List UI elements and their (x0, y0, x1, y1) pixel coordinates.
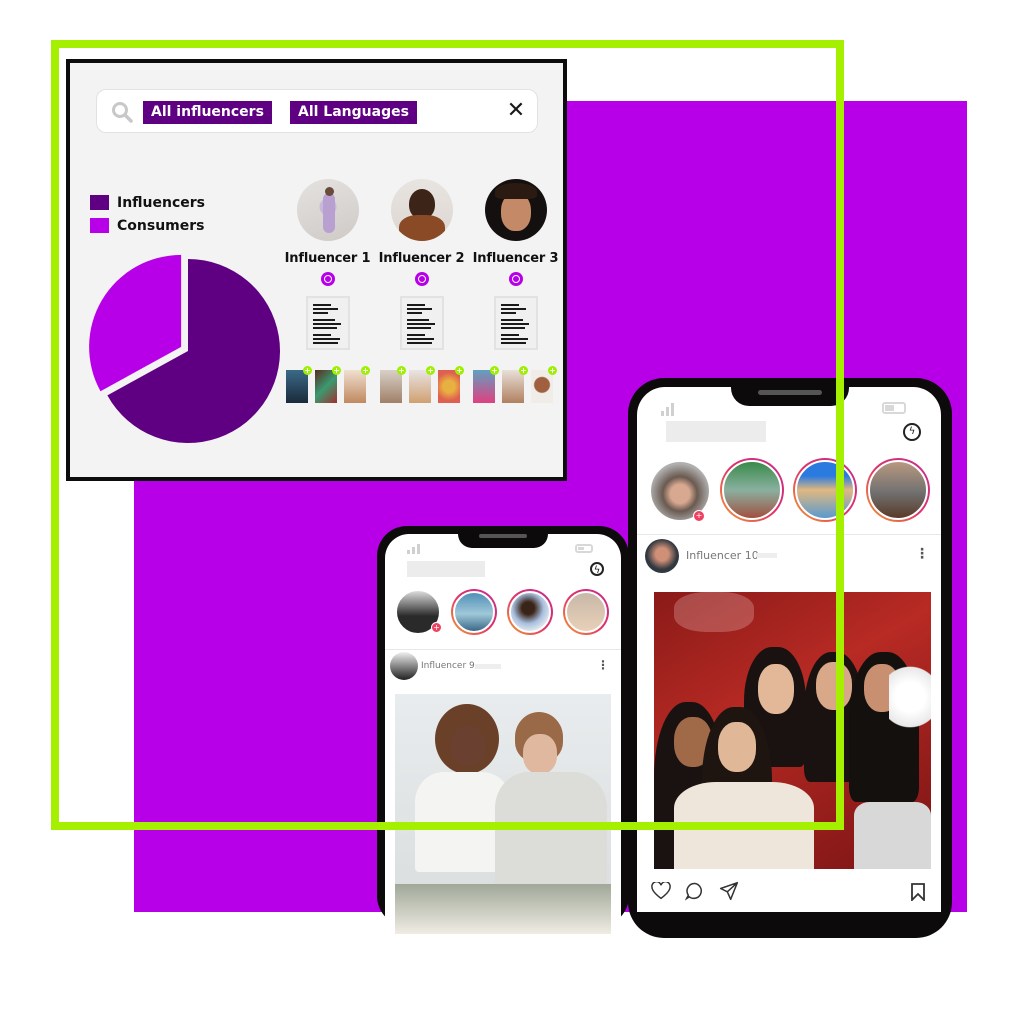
media-thumbnail[interactable]: + (409, 366, 435, 403)
legend-label: Consumers (117, 217, 205, 234)
influencer-name: Influencer 3 (472, 251, 559, 266)
battery-icon (575, 544, 593, 553)
avatar[interactable] (484, 179, 547, 241)
chart-legend: Influencers Consumers (90, 191, 205, 237)
phone-screen: + Influencer 10 ⋮ (637, 387, 941, 912)
search-icon (112, 102, 133, 123)
story[interactable] (451, 589, 497, 635)
post-actions (651, 881, 739, 901)
name-placeholder-bar (757, 553, 777, 558)
post-photo[interactable] (654, 592, 931, 869)
add-icon[interactable]: + (490, 366, 499, 375)
filter-chip-all-languages[interactable]: All Languages (290, 101, 417, 124)
media-thumbnail[interactable]: + (531, 366, 557, 403)
add-icon[interactable]: + (361, 366, 370, 375)
add-icon[interactable]: + (455, 366, 464, 375)
story[interactable] (793, 458, 857, 522)
post-author-name[interactable]: Influencer 9 (421, 661, 475, 671)
phone-small: + Influencer 9 ⋮ (377, 526, 629, 934)
heart-icon[interactable] (651, 882, 671, 900)
legend-swatch-influencers (90, 195, 109, 210)
phone-notch (731, 378, 849, 406)
post-author-avatar[interactable] (645, 539, 679, 573)
add-icon[interactable]: + (303, 366, 312, 375)
phone-notch (458, 526, 548, 548)
avatar[interactable] (296, 179, 359, 241)
add-icon[interactable]: + (548, 366, 557, 375)
messenger-icon[interactable] (903, 423, 921, 441)
add-story-icon[interactable]: + (431, 622, 442, 633)
influencer-dashboard-card: All influencers All Languages ✕ Influenc… (66, 59, 567, 481)
story-own[interactable]: + (649, 460, 711, 522)
filter-chip-all-influencers[interactable]: All influencers (143, 101, 272, 124)
story[interactable] (866, 458, 930, 522)
media-thumbnail[interactable]: + (380, 366, 406, 403)
battery-icon (882, 402, 906, 414)
divider (385, 649, 621, 650)
story-own[interactable]: + (395, 589, 442, 635)
story[interactable] (720, 458, 784, 522)
legend-swatch-consumers (90, 218, 109, 233)
influencer-card[interactable]: Influencer 2 (374, 179, 469, 350)
media-thumbnails: + + + (286, 366, 370, 403)
legend-label: Influencers (117, 194, 206, 211)
signal-icon (661, 403, 674, 416)
close-icon[interactable]: ✕ (505, 100, 527, 122)
signal-icon (407, 544, 420, 554)
verified-badge-icon (414, 272, 429, 286)
document-icon[interactable] (399, 296, 444, 350)
verified-badge-icon (508, 272, 523, 286)
media-thumbnail[interactable]: + (438, 366, 464, 403)
influencer-name: Influencer 1 (284, 251, 371, 266)
post-author-name[interactable]: Influencer 10 (686, 549, 759, 562)
add-icon[interactable]: + (519, 366, 528, 375)
influencer-card[interactable]: Influencer 3 (468, 179, 563, 350)
add-icon[interactable]: + (426, 366, 435, 375)
add-icon[interactable]: + (397, 366, 406, 375)
add-story-icon[interactable]: + (693, 510, 705, 522)
legend-item-influencers: Influencers (90, 191, 205, 214)
story[interactable] (563, 589, 609, 635)
document-icon[interactable] (305, 296, 350, 350)
messenger-icon[interactable] (590, 562, 604, 576)
media-thumbnail[interactable]: + (315, 366, 341, 403)
legend-item-consumers: Consumers (90, 214, 205, 237)
divider (637, 534, 941, 535)
media-thumbnail[interactable]: + (344, 366, 370, 403)
app-logo-placeholder (666, 421, 766, 442)
name-placeholder-bar (475, 664, 501, 669)
media-thumbnail[interactable]: + (286, 366, 312, 403)
comment-icon[interactable] (685, 881, 705, 901)
influencer-name: Influencer 2 (378, 251, 465, 266)
avatar[interactable] (390, 179, 453, 241)
more-options-icon[interactable]: ⋮ (597, 659, 609, 671)
verified-badge-icon (320, 272, 335, 286)
bookmark-icon[interactable] (910, 883, 926, 901)
app-logo-placeholder (407, 561, 485, 577)
media-thumbnail[interactable]: + (502, 366, 528, 403)
phone-large: + Influencer 10 ⋮ (628, 378, 952, 938)
post-photo[interactable] (395, 694, 611, 934)
add-icon[interactable]: + (332, 366, 341, 375)
media-thumbnail[interactable]: + (473, 366, 499, 403)
document-icon[interactable] (493, 296, 538, 350)
phone-screen: + Influencer 9 ⋮ (385, 534, 621, 934)
search-bar[interactable]: All influencers All Languages ✕ (96, 89, 538, 133)
more-options-icon[interactable]: ⋮ (915, 547, 929, 561)
media-thumbnails: + + + (380, 366, 464, 403)
pie-chart (89, 254, 280, 443)
post-author-avatar[interactable] (390, 652, 418, 680)
share-icon[interactable] (719, 881, 739, 901)
media-thumbnails: + + + (473, 366, 557, 403)
influencer-card[interactable]: Influencer 1 (280, 179, 375, 350)
story[interactable] (507, 589, 553, 635)
